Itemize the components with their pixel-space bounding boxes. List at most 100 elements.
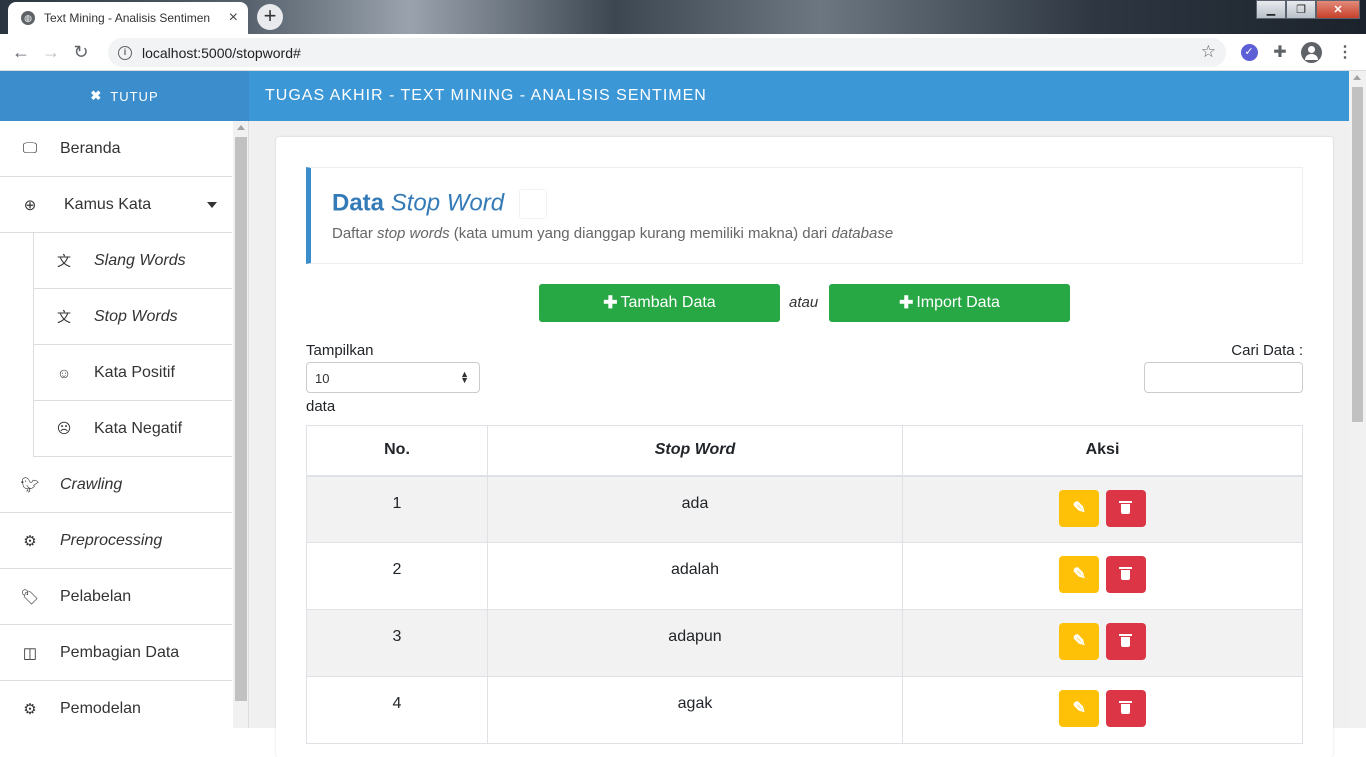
- maximize-button[interactable]: ❐: [1286, 0, 1316, 19]
- delete-button[interactable]: [1105, 623, 1146, 660]
- subtitle-text: Daftar: [332, 225, 373, 242]
- plus-icon: ✚: [899, 293, 914, 312]
- import-data-label: Import Data: [916, 294, 1000, 311]
- edit-button[interactable]: [1059, 556, 1100, 593]
- sidebar-item-label: Slang Words: [94, 251, 186, 269]
- tab-title: Text Mining - Analisis Sentimen: [44, 11, 211, 25]
- sidebar-item-label: Kata Negatif: [94, 419, 183, 437]
- sidebar-close-button[interactable]: ✖ TUTUP: [0, 71, 249, 121]
- column-header-aksi: Aksi: [902, 425, 1303, 477]
- sidebar-item-label: Pelabelan: [60, 587, 132, 605]
- edit-button[interactable]: [1059, 623, 1100, 660]
- sidebar-item-slang-words[interactable]: 文 Slang Words: [33, 233, 232, 289]
- columns-icon: ◫: [22, 644, 38, 662]
- content-card: Data Stop Word Daftar stop words (kata u…: [276, 137, 1333, 757]
- page-scrollbar[interactable]: [1349, 71, 1366, 728]
- gear-icon: ⚙: [23, 532, 37, 550]
- caret-down-icon: [207, 202, 217, 208]
- page-length-select[interactable]: 10 ▲ ▼: [306, 362, 480, 393]
- show-label: Tampilkan: [306, 342, 374, 359]
- page-title-main: Data: [332, 189, 385, 217]
- sidebar-item-kata-positif[interactable]: ☺ Kata Positif: [33, 345, 232, 401]
- title-mark: [518, 189, 547, 219]
- sidebar-item-label: Crawling: [60, 475, 123, 493]
- sidebar-item-beranda[interactable]: 🖵 Beranda: [0, 121, 232, 177]
- subtitle-emphasis: stop words: [377, 225, 450, 242]
- add-data-button[interactable]: ✚ Tambah Data: [539, 284, 780, 322]
- sidebar-item-label: Kamus Kata: [64, 195, 152, 213]
- edit-button[interactable]: [1059, 690, 1100, 727]
- page-title: Data Stop Word: [332, 189, 547, 219]
- scroll-up-arrow[interactable]: [237, 125, 245, 130]
- sidebar-item-crawling[interactable]: 🐦︎ Crawling: [0, 457, 232, 513]
- cell-actions: [902, 475, 1303, 543]
- language-icon: 文: [57, 308, 71, 325]
- sidebar-item-preprocessing[interactable]: ⚙ Preprocessing: [0, 513, 232, 569]
- bookmark-star-icon[interactable]: ☆: [1201, 42, 1216, 62]
- sidebar-close-label: TUTUP: [110, 88, 159, 104]
- delete-button[interactable]: [1105, 690, 1146, 727]
- edit-button[interactable]: [1059, 489, 1100, 527]
- page-title-em: Stop Word: [390, 189, 505, 217]
- sidebar-item-pemodelan[interactable]: ⚙ Pemodelan: [0, 681, 232, 728]
- table-row: 2 adalah: [306, 542, 1303, 610]
- search-input[interactable]: [1144, 362, 1303, 393]
- import-data-button[interactable]: ✚ Import Data: [829, 284, 1070, 322]
- sidebar-item-pembagian-data[interactable]: ◫ Pembagian Data: [0, 625, 232, 681]
- globe-icon: ◍: [21, 11, 35, 25]
- sidebar-item-kamus-kata[interactable]: ⊕ Kamus Kata: [0, 177, 232, 233]
- sidebar-item-label: Preprocessing: [60, 531, 163, 549]
- cell-actions: [902, 676, 1303, 744]
- table-row: 4 agak: [306, 676, 1303, 744]
- page-subtitle: Daftar stop words (kata umum yang diangg…: [332, 225, 893, 242]
- scroll-up-arrow[interactable]: [1353, 75, 1361, 80]
- window-controls: ▁ ❐ ✕: [1256, 0, 1360, 19]
- extensions-puzzle-icon[interactable]: ✚: [1269, 41, 1291, 63]
- delete-button[interactable]: [1105, 489, 1146, 527]
- cell-actions: [902, 542, 1303, 610]
- column-header-no[interactable]: No.: [306, 425, 488, 477]
- forward-icon[interactable]: →: [36, 42, 66, 63]
- select-arrows-icon: ▲ ▼: [460, 369, 469, 385]
- sidebar-item-label: Pemodelan: [60, 699, 141, 717]
- sidebar-item-stop-words[interactable]: 文 Stop Words: [33, 289, 232, 345]
- subtitle-text: (kata umum yang dianggap kurang memiliki…: [453, 225, 828, 242]
- cell-no: 2: [306, 542, 488, 610]
- scrollbar-thumb[interactable]: [235, 137, 247, 701]
- delete-button[interactable]: [1105, 556, 1146, 593]
- address-bar-row: ← → ↻ i localhost:5000/stopword# ☆ ✓ ✚ ⋮: [0, 34, 1366, 71]
- or-label: atau: [789, 294, 819, 311]
- add-data-label: Tambah Data: [620, 294, 716, 311]
- tab-close-icon[interactable]: ×: [229, 9, 238, 27]
- url-bar[interactable]: i localhost:5000/stopword# ☆: [108, 38, 1226, 67]
- sidebar-scrollbar[interactable]: [233, 121, 248, 728]
- plus-icon: ✚: [603, 293, 618, 312]
- table-header-row: No. Stop Word Aksi: [306, 425, 1303, 477]
- column-header-stop-word[interactable]: Stop Word: [487, 425, 903, 477]
- cell-no: 4: [306, 676, 488, 744]
- table-row: 1 ada: [306, 475, 1303, 543]
- browser-menu-icon[interactable]: ⋮: [1334, 41, 1356, 63]
- reload-icon[interactable]: ↻: [66, 42, 96, 63]
- sidebar-item-pelabelan[interactable]: 🏷︎ Pelabelan: [0, 569, 232, 625]
- stopword-table: No. Stop Word Aksi 1 ada 2 adalah: [306, 425, 1303, 744]
- cell-no: 1: [306, 475, 488, 543]
- sidebar-item-label: Pembagian Data: [60, 643, 180, 661]
- sidebar-item-kata-negatif[interactable]: ☹ Kata Negatif: [33, 401, 232, 457]
- back-icon[interactable]: ←: [6, 42, 36, 63]
- twitter-icon: 🐦︎: [20, 476, 40, 494]
- extension-check-icon[interactable]: ✓: [1238, 41, 1260, 63]
- new-tab-button[interactable]: +: [257, 4, 283, 30]
- cell-word: adalah: [487, 542, 903, 610]
- scrollbar-thumb[interactable]: [1352, 87, 1363, 422]
- browser-tab[interactable]: ◍ Text Mining - Analisis Sentimen ×: [8, 2, 248, 34]
- window-close-button[interactable]: ✕: [1316, 0, 1360, 19]
- subtitle-emphasis: database: [831, 225, 894, 242]
- cell-word: agak: [487, 676, 903, 744]
- profile-avatar-icon[interactable]: [1300, 41, 1322, 63]
- info-icon[interactable]: i: [118, 45, 132, 60]
- minimize-button[interactable]: ▁: [1256, 0, 1286, 19]
- sidebar-item-label: Kata Positif: [94, 363, 175, 381]
- cell-word: ada: [487, 475, 903, 543]
- url-text[interactable]: localhost:5000/stopword#: [142, 45, 301, 61]
